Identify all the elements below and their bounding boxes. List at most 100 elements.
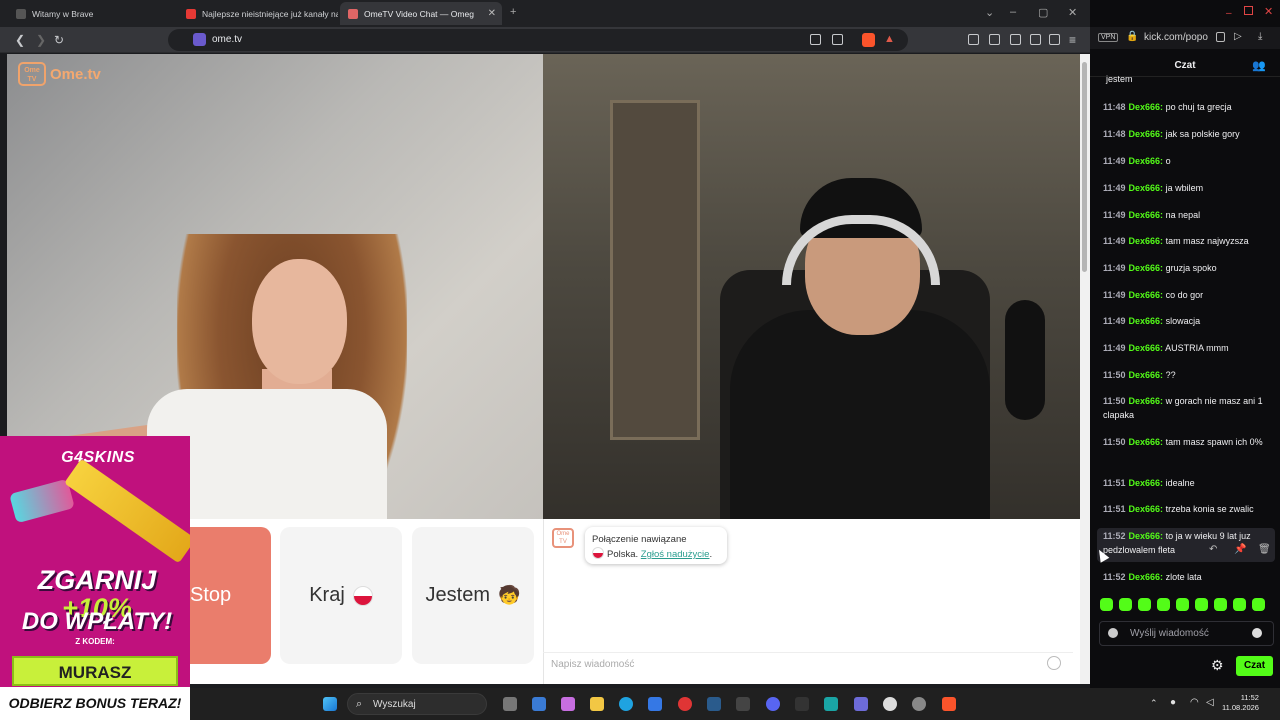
message-username[interactable]: Dex666: xyxy=(1129,478,1164,488)
message-username[interactable]: Dex666: xyxy=(1129,183,1164,193)
chat-message[interactable]: 11:50 Dex666: tam masz spawn ich 0% xyxy=(1103,435,1268,449)
message-input[interactable]: Napisz wiadomość xyxy=(543,652,1073,676)
message-username[interactable]: Dex666: xyxy=(1129,316,1164,326)
message-username[interactable]: Dex666: xyxy=(1129,236,1164,246)
chat-message[interactable]: 11:51 Dex666: trzeba konia se zwalic xyxy=(1103,502,1268,516)
close-window-icon[interactable]: ✕ xyxy=(1068,6,1077,19)
cast-icon[interactable] xyxy=(832,34,843,45)
message-username[interactable]: Dex666: xyxy=(1129,396,1164,406)
brave-rewards-icon[interactable]: ▲ xyxy=(884,33,895,45)
ad-cta[interactable]: ODBIERZ BONUS TERAZ! xyxy=(0,687,190,720)
emote-icon[interactable] xyxy=(1138,598,1151,611)
gear-icon[interactable]: ⚙ xyxy=(1211,657,1224,674)
taskbar-search[interactable]: ⌕ Wyszukaj xyxy=(347,693,487,715)
address-bar[interactable] xyxy=(168,29,908,51)
obs-icon[interactable] xyxy=(912,697,926,711)
emote-icon[interactable] xyxy=(1233,598,1246,611)
close-window-icon[interactable]: ✕ xyxy=(1264,5,1273,18)
maximize-icon[interactable] xyxy=(1244,6,1253,15)
maximize-icon[interactable]: ▢ xyxy=(1038,6,1048,19)
chat-message[interactable]: 11:49 Dex666: o xyxy=(1103,154,1268,168)
tray-chevron-icon[interactable]: ⌃ xyxy=(1150,698,1158,709)
site-info-icon[interactable] xyxy=(193,33,206,46)
reply-icon[interactable]: ↶ xyxy=(1209,544,1217,555)
gender-button[interactable]: Jestem 🧒 xyxy=(412,527,534,664)
translate-icon[interactable] xyxy=(810,34,821,45)
chat-message[interactable]: 11:50 Dex666: ?? xyxy=(1103,368,1268,382)
system-clock[interactable]: 11:52 11.08.2026 xyxy=(1222,693,1259,713)
steam-icon[interactable] xyxy=(707,697,721,711)
store-icon[interactable] xyxy=(648,697,662,711)
pin-icon[interactable]: 📌 xyxy=(1234,544,1246,555)
reload-icon[interactable]: ↻ xyxy=(54,33,64,47)
discord-icon[interactable] xyxy=(766,697,780,711)
brave-icon[interactable] xyxy=(942,697,956,711)
app-icon[interactable] xyxy=(532,697,546,711)
tab-youtube[interactable]: Najlepsze nieistniejące już kanały na xyxy=(178,2,338,25)
chat-message[interactable]: 11:49 Dex666: na nepal xyxy=(1103,208,1268,222)
volume-icon[interactable]: ◁ xyxy=(1206,697,1214,708)
extensions-icon[interactable] xyxy=(1030,34,1041,45)
app-icon[interactable] xyxy=(561,697,575,711)
chat-message[interactable]: 11:49 Dex666: co do gor xyxy=(1103,288,1268,302)
message-username[interactable]: Dex666: xyxy=(1129,370,1164,380)
app-icon[interactable] xyxy=(795,697,809,711)
play-icon[interactable]: ▷ xyxy=(1234,31,1242,42)
download-icon[interactable]: ⤓ xyxy=(1258,31,1262,42)
emote-icon[interactable] xyxy=(1252,598,1265,611)
vpn-badge[interactable]: VPN xyxy=(1098,33,1119,42)
emote-icon[interactable] xyxy=(1176,598,1189,611)
app-icon[interactable] xyxy=(854,697,868,711)
message-username[interactable]: Dex666: xyxy=(1129,263,1164,273)
ad-banner[interactable]: G4SKINS ZGARNIJ +10% DO WPŁATY! Z KODEM:… xyxy=(0,436,190,687)
message-username[interactable]: Dex666: xyxy=(1129,290,1164,300)
app-icon[interactable] xyxy=(883,697,897,711)
emoji-icon[interactable] xyxy=(1252,628,1262,638)
message-username[interactable]: Dex666: xyxy=(1129,102,1164,112)
message-username[interactable]: Dex666: xyxy=(1129,572,1164,582)
task-view-icon[interactable] xyxy=(503,697,517,711)
send-chat-button[interactable]: Czat xyxy=(1236,656,1273,676)
message-username[interactable]: Dex666: xyxy=(1129,129,1164,139)
shield-icon[interactable] xyxy=(1216,32,1225,42)
emote-icon[interactable] xyxy=(1119,598,1132,611)
minimize-icon[interactable]: – xyxy=(1010,6,1016,18)
media-icon[interactable] xyxy=(968,34,979,45)
wifi-icon[interactable]: ◠ xyxy=(1190,697,1199,708)
menu-icon[interactable]: ≡ xyxy=(1069,33,1076,47)
message-username[interactable]: Dex666: xyxy=(1129,504,1164,514)
sidebar-icon[interactable] xyxy=(989,34,1000,45)
emote-icon[interactable] xyxy=(1214,598,1227,611)
opera-icon[interactable] xyxy=(678,697,692,711)
emoji-icon[interactable] xyxy=(1047,656,1061,670)
send-message-input[interactable]: Wyślij wiadomość xyxy=(1099,621,1274,646)
tab-ometv[interactable]: OmeTV Video Chat — Omeg ✕ xyxy=(340,2,502,25)
country-button[interactable]: Kraj xyxy=(280,527,402,664)
chat-message[interactable]: 11:48 Dex666: jak sa polskie gory xyxy=(1103,127,1268,141)
chat-message[interactable]: jestem xyxy=(1103,72,1268,84)
forward-icon[interactable]: ❯ xyxy=(36,33,46,47)
mic-icon[interactable]: ● xyxy=(1170,697,1176,708)
emote-icon[interactable] xyxy=(1100,598,1113,611)
message-username[interactable]: Dex666: xyxy=(1129,343,1164,353)
emote-icon[interactable] xyxy=(1157,598,1170,611)
app-icon[interactable] xyxy=(736,697,750,711)
chat-message[interactable]: 11:50 Dex666: w gorach nie masz ani 1 cla… xyxy=(1103,394,1268,422)
report-abuse-link[interactable]: Zgłoś nadużycie xyxy=(641,549,710,560)
kick-url[interactable]: kick.com/popo xyxy=(1144,32,1208,43)
page-scrollbar[interactable] xyxy=(1080,54,1090,684)
chat-message[interactable]: 11:48 Dex666: po chuj ta grecja xyxy=(1103,100,1268,114)
file-explorer-icon[interactable] xyxy=(590,697,604,711)
scrollbar-thumb[interactable] xyxy=(1082,62,1087,272)
tab-welcome[interactable]: Witamy w Brave xyxy=(8,2,173,25)
delete-icon[interactable]: 🗑 xyxy=(1258,544,1271,555)
chat-message[interactable]: 11:52 Dex666: zlote lata xyxy=(1103,570,1268,584)
chat-message[interactable]: 11:49 Dex666: AUSTRIA mmm xyxy=(1103,341,1268,355)
back-icon[interactable]: ❮ xyxy=(15,33,25,47)
chat-message[interactable]: 11:51 Dex666: idealne xyxy=(1103,476,1268,490)
emote-icon[interactable] xyxy=(1195,598,1208,611)
users-icon[interactable]: 👥 xyxy=(1252,59,1266,72)
stop-button[interactable]: Stop xyxy=(190,527,271,664)
vpn-icon[interactable] xyxy=(1049,34,1060,45)
close-tab-icon[interactable]: ✕ xyxy=(488,8,496,19)
